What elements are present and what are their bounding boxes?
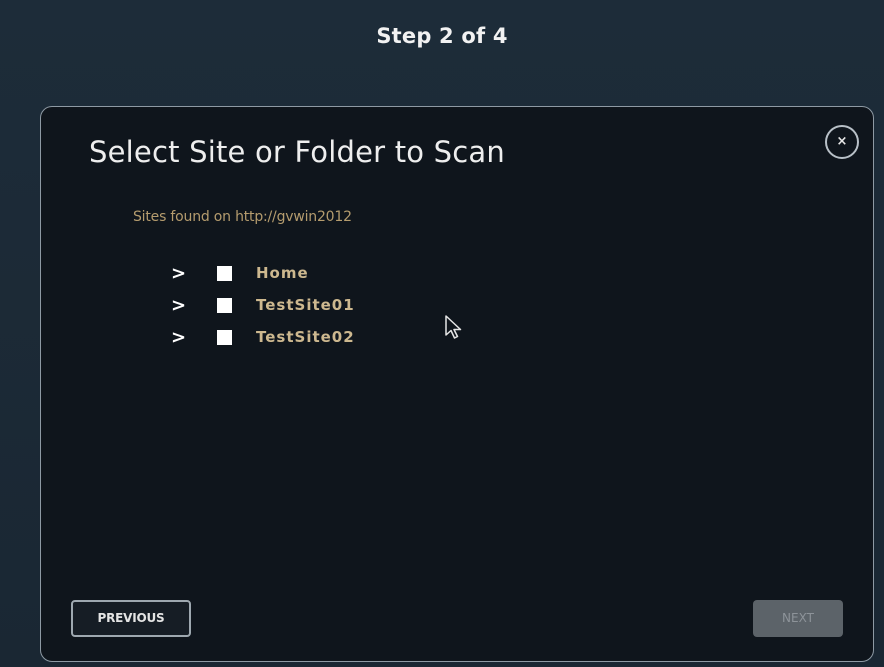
tree-item-testsite01: > TestSite01 bbox=[171, 289, 355, 321]
chevron-right-icon[interactable]: > bbox=[171, 295, 191, 316]
next-button[interactable]: NEXT bbox=[753, 600, 843, 637]
site-label-home[interactable]: Home bbox=[256, 264, 309, 282]
select-site-dialog: × Select Site or Folder to Scan Sites fo… bbox=[40, 106, 874, 662]
scan-wizard: Step 2 of 4 × Select Site or Folder to S… bbox=[0, 0, 884, 667]
chevron-right-icon[interactable]: > bbox=[171, 327, 191, 348]
site-label-testsite02[interactable]: TestSite02 bbox=[256, 328, 355, 346]
dialog-title: Select Site or Folder to Scan bbox=[89, 135, 505, 169]
mouse-pointer-icon bbox=[445, 315, 462, 339]
site-checkbox-home[interactable] bbox=[217, 265, 232, 281]
previous-button[interactable]: PREVIOUS bbox=[71, 600, 191, 637]
site-tree: > Home > TestSite01 > TestSite02 bbox=[171, 257, 355, 353]
sites-found-label: Sites found on http://gvwin2012 bbox=[133, 209, 352, 225]
site-checkbox-testsite02[interactable] bbox=[217, 329, 232, 345]
site-checkbox-testsite01[interactable] bbox=[217, 297, 232, 313]
close-button[interactable]: × bbox=[825, 125, 859, 159]
tree-item-home: > Home bbox=[171, 257, 355, 289]
chevron-right-icon[interactable]: > bbox=[171, 263, 191, 284]
step-indicator: Step 2 of 4 bbox=[376, 24, 508, 48]
tree-item-testsite02: > TestSite02 bbox=[171, 321, 355, 353]
site-label-testsite01[interactable]: TestSite01 bbox=[256, 296, 355, 314]
